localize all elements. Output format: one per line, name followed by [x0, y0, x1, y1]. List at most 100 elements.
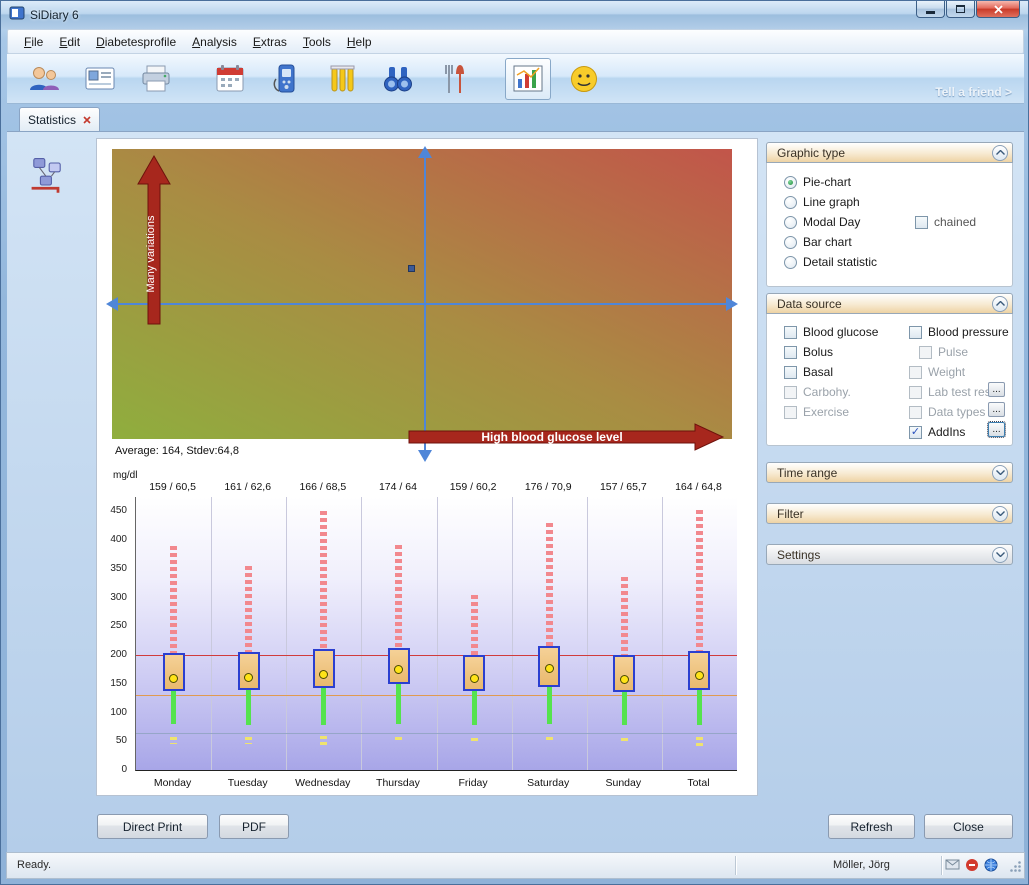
category-label: Total: [661, 777, 736, 789]
close-window-button[interactable]: [976, 1, 1020, 18]
checkbox-label: Basal: [803, 365, 833, 379]
menu-tools[interactable]: Tools: [295, 32, 339, 52]
boxplot-box: [313, 649, 335, 688]
hypo-values-dots: [546, 737, 553, 742]
checkbox-blood-pressure[interactable]: Blood pressure: [892, 322, 1012, 342]
checkbox-label: Weight: [928, 365, 965, 379]
device-import-button[interactable]: [263, 58, 309, 100]
checkbox-chained[interactable]: chained: [915, 212, 976, 232]
radio-icon: [784, 256, 797, 269]
lab-values-icon: [326, 63, 358, 95]
tab-statistics[interactable]: Statistics: [19, 107, 100, 131]
boxplot-category-row: MondayTuesdayWednesdayThursdayFridaySatu…: [135, 777, 737, 791]
chart-panel: Many variations High blood glucose level…: [96, 138, 758, 796]
window-title: SiDiary 6: [30, 8, 79, 22]
radio-pie-chart[interactable]: Pie-chart: [767, 172, 1012, 192]
menu-diabetesprofile[interactable]: Diabetesprofile: [88, 32, 184, 52]
checkbox-pulse[interactable]: Pulse: [892, 342, 1012, 362]
menu-extras[interactable]: Extras: [245, 32, 295, 52]
checkbox-icon: [915, 216, 928, 229]
time-range-header[interactable]: Time range: [766, 462, 1013, 483]
chevron-down-icon: [996, 552, 1005, 557]
category-label: Friday: [436, 777, 511, 789]
calendar-button[interactable]: [207, 58, 253, 100]
radio-label: Line graph: [803, 195, 860, 209]
y-tick-label: 200: [97, 649, 127, 660]
checkbox-icon: [909, 406, 922, 419]
settings-header[interactable]: Settings: [766, 544, 1013, 565]
radio-detail-statistic[interactable]: Detail statistic: [767, 252, 1012, 272]
diary-data-button[interactable]: [77, 58, 123, 100]
tab-close-icon[interactable]: [83, 116, 91, 124]
graphic-type-header[interactable]: Graphic type: [766, 142, 1013, 163]
graphic-type-collapse-button[interactable]: [992, 145, 1008, 161]
time-range-title: Time range: [777, 466, 837, 480]
menu-analysis[interactable]: Analysis: [184, 32, 245, 52]
radio-line-graph[interactable]: Line graph: [767, 192, 1012, 212]
checkbox-bolus[interactable]: Bolus: [767, 342, 897, 362]
print-button[interactable]: [133, 58, 179, 100]
stats-label: 157 / 65,7: [586, 481, 661, 493]
mean-marker: [545, 664, 554, 673]
menu-help[interactable]: Help: [339, 32, 380, 52]
printer-icon: [140, 63, 172, 95]
refresh-button[interactable]: Refresh: [828, 814, 915, 839]
data-source-collapse-button[interactable]: [992, 296, 1008, 312]
low-values-line: [547, 687, 552, 724]
status-text: Ready.: [17, 859, 51, 871]
menubar: File Edit Diabetesprofile Analysis Extra…: [7, 29, 1024, 54]
filter-expand-button[interactable]: [992, 506, 1008, 522]
category-label: Monday: [135, 777, 210, 789]
data-types-more-button[interactable]: ...: [988, 402, 1005, 417]
patient-profile-button[interactable]: [21, 58, 67, 100]
low-values-line: [171, 691, 176, 724]
search-button[interactable]: [375, 58, 421, 100]
nutrition-button[interactable]: [431, 58, 477, 100]
menu-edit[interactable]: Edit: [51, 32, 88, 52]
filter-header[interactable]: Filter: [766, 503, 1013, 524]
time-range-expand-button[interactable]: [992, 465, 1008, 481]
high-values-dots: [546, 523, 553, 647]
boxplot-box: [238, 652, 260, 689]
pdf-button[interactable]: PDF: [219, 814, 289, 839]
checkbox-basal[interactable]: Basal: [767, 362, 897, 382]
column-separator: [437, 497, 438, 770]
settings-expand-button[interactable]: [992, 547, 1008, 563]
direct-print-button[interactable]: Direct Print: [97, 814, 208, 839]
menu-file[interactable]: File: [16, 32, 51, 52]
app-icon: [9, 5, 25, 26]
checkbox-icon: [919, 346, 932, 359]
data-source-header[interactable]: Data source: [766, 293, 1013, 314]
chevron-up-icon: [996, 150, 1005, 155]
column-separator: [512, 497, 513, 770]
minimize-button[interactable]: [916, 1, 945, 18]
mail-status-icon: [945, 858, 960, 871]
high-values-dots: [320, 511, 327, 649]
app-window: SiDiary 6 File Edit Diabetesprofile Anal…: [0, 0, 1029, 885]
maximize-button[interactable]: [946, 1, 975, 18]
radio-bar-chart[interactable]: Bar chart: [767, 232, 1012, 252]
radio-icon: [784, 196, 797, 209]
status-user: Möller, Jörg: [833, 859, 890, 871]
minimize-icon: [926, 11, 935, 14]
addins-more-button[interactable]: ...: [988, 422, 1005, 437]
assistant-button[interactable]: [561, 58, 607, 100]
low-values-line: [396, 684, 401, 724]
checkbox-carbohydrates[interactable]: Carbohy.: [767, 382, 897, 402]
tell-a-friend-link[interactable]: Tell a friend >: [935, 85, 1012, 99]
checkbox-weight[interactable]: Weight: [892, 362, 1012, 382]
stats-label: 161 / 62,6: [210, 481, 285, 493]
checkbox-icon: [784, 366, 797, 379]
checkbox-exercise[interactable]: Exercise: [767, 402, 897, 422]
average-annotation: Average: 164, Stdev:64,8: [115, 445, 239, 457]
checkbox-blood-glucose[interactable]: Blood glucose: [767, 322, 897, 342]
hypo-values-dots: [696, 737, 703, 746]
statistics-button[interactable]: [505, 58, 551, 100]
resize-grip[interactable]: [1009, 860, 1022, 876]
lab-test-more-button[interactable]: ...: [988, 382, 1005, 397]
lab-values-button[interactable]: [319, 58, 365, 100]
stats-label: 166 / 68,5: [285, 481, 360, 493]
statistics-nav-icon[interactable]: [25, 152, 69, 196]
close-button[interactable]: Close: [924, 814, 1013, 839]
data-source-section: Data source Blood glucose Bolus Basal Ca…: [766, 293, 1013, 446]
